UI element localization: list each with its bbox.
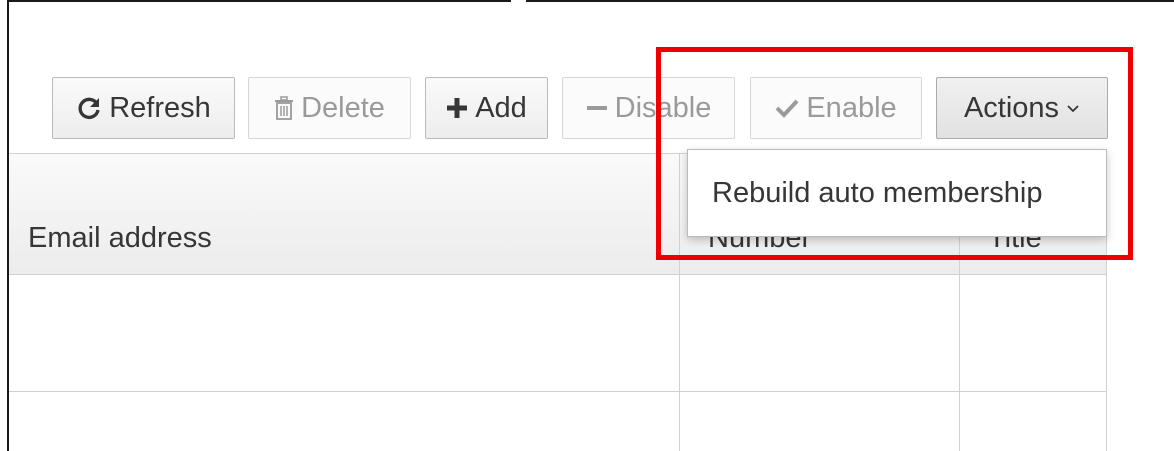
disable-label: Disable <box>614 91 712 124</box>
table-row[interactable] <box>9 392 1107 451</box>
refresh-button[interactable]: Refresh <box>52 77 235 139</box>
enable-button[interactable]: Enable <box>750 77 922 139</box>
window-frame-top <box>526 0 1174 2</box>
add-label: Add <box>475 91 527 124</box>
actions-dropdown-button[interactable]: Actions <box>936 77 1108 139</box>
table-row[interactable] <box>9 275 1107 391</box>
actions-label: Actions <box>963 91 1060 124</box>
plus-icon <box>446 97 468 119</box>
minus-icon <box>586 97 608 119</box>
actions-dropdown-menu: Rebuild auto membership <box>687 149 1107 237</box>
enable-label: Enable <box>806 91 897 124</box>
check-icon <box>775 98 799 118</box>
column-header-email[interactable]: Email address <box>28 222 212 255</box>
add-button[interactable]: Add <box>425 77 548 139</box>
refresh-icon <box>76 95 102 121</box>
menu-item-rebuild-auto-membership[interactable]: Rebuild auto membership <box>712 177 1042 210</box>
window-frame-top <box>7 0 511 2</box>
trash-icon <box>274 96 294 120</box>
refresh-label: Refresh <box>109 91 211 124</box>
chevron-down-icon <box>1066 103 1080 113</box>
delete-button[interactable]: Delete <box>248 77 411 139</box>
disable-button[interactable]: Disable <box>562 77 735 139</box>
delete-label: Delete <box>301 91 385 124</box>
